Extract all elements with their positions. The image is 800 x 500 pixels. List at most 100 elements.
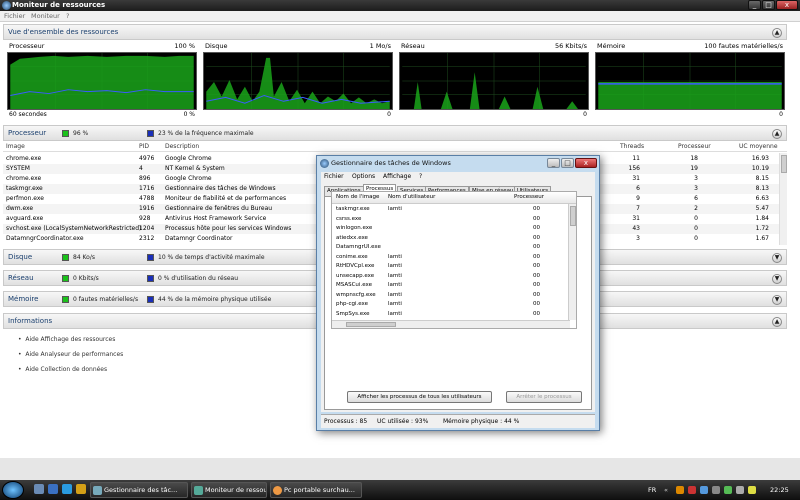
task-label: Pc portable surchau...: [284, 486, 355, 494]
process-cell: Google Chrome: [165, 155, 212, 162]
network-tray-icon[interactable]: [724, 486, 732, 494]
tray-icon[interactable]: [712, 486, 720, 494]
help-link-label[interactable]: Aide Collection de données: [25, 366, 107, 373]
tm-process-row[interactable]: wmpnscfg.exe lamti 00: [332, 291, 568, 301]
tray-icon[interactable]: [688, 486, 696, 494]
tm-process-cell: php-cgi.exe: [336, 301, 369, 307]
help-link-data-collection[interactable]: • Aide Collection de données: [18, 366, 107, 373]
process-cell: Gestionnaire de fenêtres du Bureau: [165, 205, 273, 212]
close-icon[interactable]: x: [575, 158, 597, 168]
minimize-icon[interactable]: _: [748, 0, 761, 10]
tm-process-row[interactable]: winlogon.exe 00: [332, 224, 568, 234]
minimize-icon[interactable]: _: [547, 158, 560, 168]
tm-process-row[interactable]: SmpSys.exe lamti 00: [332, 310, 568, 320]
help-link-label[interactable]: Aide Analyseur de performances: [25, 351, 123, 358]
process-cell: 18: [690, 155, 698, 162]
tm-process-row[interactable]: MSASCui.exe lamti 00: [332, 281, 568, 291]
show-desktop-icon[interactable]: [34, 484, 44, 494]
tm-col-image[interactable]: Nom de l'image: [336, 194, 379, 200]
maximize-icon[interactable]: □: [762, 0, 775, 10]
tm-menu-options[interactable]: Options: [352, 173, 375, 180]
taskbar-task-manager[interactable]: Gestionnaire des tâc...: [90, 482, 188, 498]
expand-icon[interactable]: ▼: [772, 274, 782, 284]
volume-tray-icon[interactable]: [736, 486, 744, 494]
graph-foot-right: 0 %: [183, 111, 195, 118]
help-link-performance[interactable]: • Aide Analyseur de performances: [18, 351, 123, 358]
scroll-thumb[interactable]: [346, 322, 396, 327]
graph-foot-left: 60 secondes: [9, 111, 47, 118]
taskbar-resource-monitor[interactable]: Moniteur de ressour...: [191, 482, 267, 498]
col-pid[interactable]: PID: [139, 143, 149, 150]
internet-explorer-icon[interactable]: [62, 484, 72, 494]
cpu-graph-panel: Processeur 100 % 60 secondes 0 %: [7, 42, 197, 121]
disk-activity-indicator: [147, 254, 154, 261]
cpu-section-header[interactable]: Processeur 96 % 23 % de la fréquence max…: [3, 125, 787, 141]
overview-header[interactable]: Vue d'ensemble des ressources ▲: [3, 24, 787, 40]
network-usage: 0 % d'utilisation du réseau: [158, 275, 238, 282]
tm-process-row[interactable]: SynTPEnh.exelamti00: [332, 329, 568, 330]
taskbar-chrome[interactable]: Pc portable surchau...: [270, 482, 362, 498]
col-processor[interactable]: Processeur: [678, 143, 711, 150]
show-all-processes-button[interactable]: Afficher les processus de tous les utili…: [347, 391, 492, 403]
collapse-icon[interactable]: ▲: [772, 129, 782, 139]
tm-process-row[interactable]: RtHDVCpl.exe lamti 00: [332, 262, 568, 272]
tm-process-row[interactable]: atiedxx.exe 00: [332, 234, 568, 244]
help-link-label[interactable]: Aide Affichage des ressources: [25, 336, 115, 343]
tm-process-row[interactable]: conime.exe lamti 00: [332, 253, 568, 263]
maximize-icon[interactable]: □: [561, 158, 574, 168]
tm-process-cell: 00: [533, 310, 540, 317]
menu-help[interactable]: ?: [66, 12, 69, 20]
process-cell: 1916: [139, 205, 155, 212]
col-image[interactable]: Image: [6, 143, 25, 150]
switch-windows-icon[interactable]: [48, 484, 58, 494]
collapse-icon[interactable]: ▲: [772, 28, 782, 38]
process-cell: 1.84: [755, 215, 769, 222]
tm-vertical-scrollbar[interactable]: [568, 204, 576, 320]
tm-process-row[interactable]: php-cgi.exe lamti 00: [332, 300, 568, 310]
tray-icon[interactable]: [700, 486, 708, 494]
tm-process-row[interactable]: DatamngrUI.exe 00: [332, 243, 568, 253]
language-indicator[interactable]: FR: [648, 486, 656, 494]
col-avg-cpu[interactable]: UC moyenne: [739, 143, 778, 150]
tray-icon[interactable]: [676, 486, 684, 494]
tm-process-row[interactable]: taskmgr.exe lamti 00: [332, 205, 568, 215]
process-cell: Datamngr Coordinator: [165, 235, 233, 242]
process-cell: SYSTEM: [6, 165, 30, 172]
process-cell: 2: [694, 205, 698, 212]
process-table-scrollbar[interactable]: [779, 153, 787, 245]
scroll-thumb[interactable]: [570, 206, 576, 226]
start-button-icon[interactable]: [2, 481, 24, 499]
graph-foot-right: 0: [779, 111, 783, 118]
tm-menu-affichage[interactable]: Affichage: [383, 173, 411, 180]
expand-icon[interactable]: ▼: [772, 253, 782, 263]
menu-moniteur[interactable]: Moniteur: [31, 12, 60, 20]
collapse-icon[interactable]: ▲: [772, 317, 782, 327]
process-cell: 3: [694, 175, 698, 182]
close-icon[interactable]: x: [776, 0, 798, 10]
tm-col-user[interactable]: Nom d'utilisateur: [388, 194, 435, 200]
network-io-indicator: [62, 275, 69, 282]
graph-foot-right: 0: [583, 111, 587, 118]
tray-expand-icon[interactable]: «: [664, 486, 668, 494]
expand-icon[interactable]: ▼: [772, 295, 782, 305]
end-process-button[interactable]: Arrêter le processus: [506, 391, 582, 403]
clock[interactable]: 22:25: [770, 486, 789, 494]
tm-process-cell: lamti: [388, 291, 402, 298]
process-cell: 1.67: [755, 235, 769, 242]
tm-horizontal-scrollbar[interactable]: [332, 320, 570, 328]
tm-process-row[interactable]: csrss.exe 00: [332, 215, 568, 225]
tm-menu-fichier[interactable]: Fichier: [324, 173, 344, 180]
process-table-header: Image PID Description Threads Processeur…: [3, 142, 787, 152]
folder-icon[interactable]: [76, 484, 86, 494]
tm-menu-help[interactable]: ?: [419, 173, 422, 180]
scroll-thumb[interactable]: [781, 155, 787, 173]
tm-process-row[interactable]: unsecapp.exe lamti 00: [332, 272, 568, 282]
tm-col-cpu[interactable]: Processeur: [514, 194, 544, 200]
power-tray-icon[interactable]: [748, 486, 756, 494]
tm-process-cell: 00: [533, 263, 540, 269]
col-threads[interactable]: Threads: [620, 143, 644, 150]
process-cell: 896: [139, 175, 151, 182]
menu-fichier[interactable]: Fichier: [4, 12, 25, 20]
col-description[interactable]: Description: [165, 143, 199, 150]
help-link-resource-view[interactable]: • Aide Affichage des ressources: [18, 336, 115, 343]
